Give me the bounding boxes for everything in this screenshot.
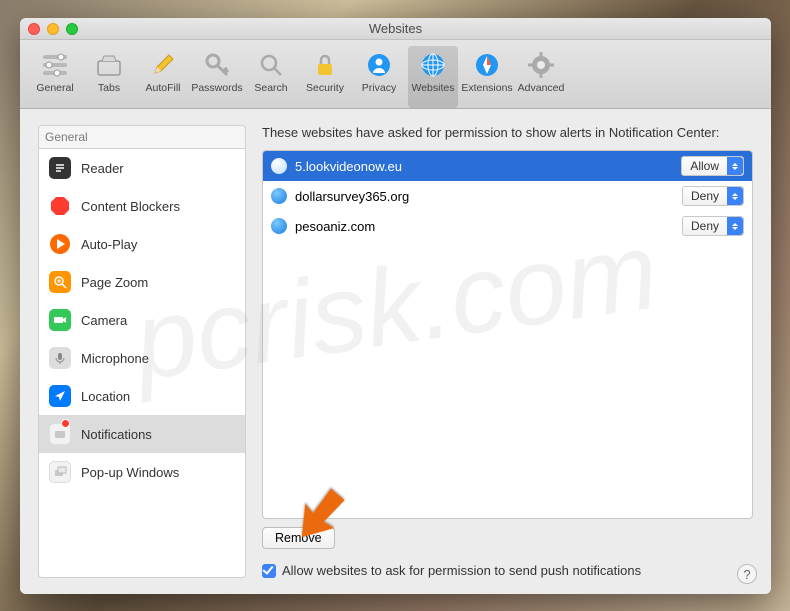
sidebar-item-label: Reader (81, 161, 124, 176)
pencil-icon (148, 50, 178, 80)
sidebar-item-auto-play[interactable]: Auto-Play (39, 225, 245, 263)
website-domain: pesoaniz.com (295, 219, 674, 234)
switches-icon (40, 50, 70, 80)
tab-general[interactable]: General (30, 46, 80, 108)
sidebar-item-label: Notifications (81, 427, 152, 442)
camera-icon (49, 309, 71, 331)
sidebar-item-label: Auto-Play (81, 237, 137, 252)
play-icon (49, 233, 71, 255)
sidebar-item-page-zoom[interactable]: Page Zoom (39, 263, 245, 301)
permission-select[interactable]: Deny (682, 216, 744, 236)
website-domain: 5.lookvideonow.eu (295, 159, 673, 174)
content-area: General Reader Content Blockers (20, 109, 771, 594)
popup-icon (49, 461, 71, 483)
allow-checkbox-row[interactable]: Allow websites to ask for permission to … (262, 563, 753, 578)
sidebar-item-label: Pop-up Windows (81, 465, 179, 480)
website-row[interactable]: dollarsurvey365.org Deny (263, 181, 752, 211)
chevron-icon (727, 217, 743, 235)
lock-icon (310, 50, 340, 80)
sidebar-item-label: Page Zoom (81, 275, 148, 290)
tab-label: AutoFill (145, 82, 180, 94)
search-icon (256, 50, 286, 80)
titlebar: Websites (20, 18, 771, 40)
sidebar-item-label: Microphone (81, 351, 149, 366)
sidebar: General Reader Content Blockers (38, 125, 246, 578)
tab-label: Advanced (518, 82, 565, 94)
minimize-button[interactable] (47, 23, 59, 35)
preferences-window: Websites General Tabs AutoFill Passwords (20, 18, 771, 594)
tab-label: Privacy (362, 82, 396, 94)
tab-autofill[interactable]: AutoFill (138, 46, 188, 108)
globe-icon (271, 188, 287, 204)
tab-search[interactable]: Search (246, 46, 296, 108)
tab-label: Search (254, 82, 287, 94)
globe-icon (418, 50, 448, 80)
sidebar-item-label: Camera (81, 313, 127, 328)
checkbox-label: Allow websites to ask for permission to … (282, 563, 641, 578)
chevron-icon (727, 187, 743, 205)
website-domain: dollarsurvey365.org (295, 189, 674, 204)
sidebar-list: Reader Content Blockers Auto-Play (38, 148, 246, 578)
compass-icon (472, 50, 502, 80)
sidebar-item-location[interactable]: Location (39, 377, 245, 415)
sidebar-item-label: Content Blockers (81, 199, 180, 214)
location-icon (49, 385, 71, 407)
help-button[interactable]: ? (737, 564, 757, 584)
stop-icon (49, 195, 71, 217)
sidebar-item-camera[interactable]: Camera (39, 301, 245, 339)
tab-advanced[interactable]: Advanced (516, 46, 566, 108)
permission-select[interactable]: Allow (681, 156, 744, 176)
permission-value: Deny (683, 187, 727, 205)
zoom-icon (49, 271, 71, 293)
remove-button[interactable]: Remove (262, 527, 335, 549)
tab-passwords[interactable]: Passwords (192, 46, 242, 108)
maximize-button[interactable] (66, 23, 78, 35)
sidebar-item-content-blockers[interactable]: Content Blockers (39, 187, 245, 225)
window-title: Websites (369, 21, 422, 36)
websites-list: 5.lookvideonow.eu Allow dollarsurvey365.… (262, 150, 753, 519)
globe-icon (271, 218, 287, 234)
website-row[interactable]: pesoaniz.com Deny (263, 211, 752, 241)
main-panel: These websites have asked for permission… (262, 125, 753, 578)
tab-privacy[interactable]: Privacy (354, 46, 404, 108)
reader-icon (49, 157, 71, 179)
tab-label: Security (306, 82, 344, 94)
permission-value: Allow (682, 157, 727, 175)
sidebar-item-reader[interactable]: Reader (39, 149, 245, 187)
tab-icon (94, 50, 124, 80)
close-button[interactable] (28, 23, 40, 35)
tab-label: Websites (412, 82, 455, 94)
tab-tabs[interactable]: Tabs (84, 46, 134, 108)
globe-icon (271, 158, 287, 174)
sidebar-item-notifications[interactable]: Notifications (39, 415, 245, 453)
sidebar-item-microphone[interactable]: Microphone (39, 339, 245, 377)
permission-value: Deny (683, 217, 727, 235)
gear-icon (526, 50, 556, 80)
tab-extensions[interactable]: Extensions (462, 46, 512, 108)
traffic-lights (28, 23, 78, 35)
sidebar-item-label: Location (81, 389, 130, 404)
chevron-icon (727, 157, 743, 175)
permission-select[interactable]: Deny (682, 186, 744, 206)
tab-label: General (36, 82, 73, 94)
tab-security[interactable]: Security (300, 46, 350, 108)
tab-label: Extensions (461, 82, 512, 94)
tab-label: Tabs (98, 82, 120, 94)
sidebar-item-popup-windows[interactable]: Pop-up Windows (39, 453, 245, 491)
sidebar-header: General (38, 125, 246, 148)
description-text: These websites have asked for permission… (262, 125, 753, 140)
key-icon (202, 50, 232, 80)
website-row[interactable]: 5.lookvideonow.eu Allow (263, 151, 752, 181)
microphone-icon (49, 347, 71, 369)
toolbar: General Tabs AutoFill Passwords Search (20, 40, 771, 109)
checkbox-checked-icon[interactable] (262, 564, 276, 578)
remove-row: Remove (262, 527, 753, 549)
badge-dot (61, 419, 70, 428)
tab-websites[interactable]: Websites (408, 46, 458, 108)
privacy-icon (364, 50, 394, 80)
tab-label: Passwords (191, 82, 242, 94)
